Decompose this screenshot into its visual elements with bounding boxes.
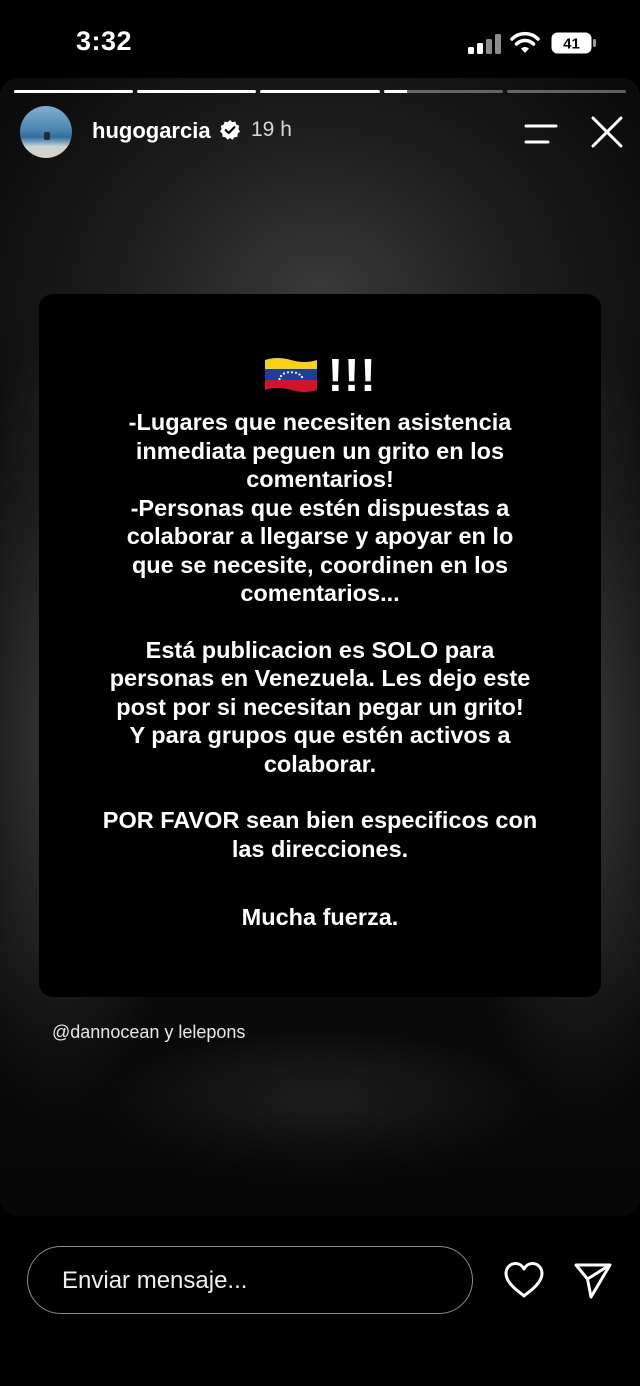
venezuela-flag-icon <box>265 358 318 392</box>
paragraph-addresses: POR FAVOR sean bien especificos con las … <box>102 807 538 862</box>
heart-icon[interactable] <box>503 1260 545 1300</box>
story-mentions[interactable]: @dannocean y lelepons <box>52 1022 245 1043</box>
story-text-body: -Lugares que necesiten asistencia inmedi… <box>69 408 571 932</box>
avatar[interactable] <box>20 106 72 158</box>
story-progress-bar <box>14 90 627 94</box>
menu-icon[interactable] <box>523 122 559 146</box>
story-header: hugogarcia 19 h <box>0 104 640 164</box>
exclamation-marks: !!! <box>327 349 377 401</box>
paragraph-assistance: -Lugares que necesiten asistencia inmedi… <box>126 409 514 606</box>
flag-row: !!! <box>39 348 601 401</box>
progress-segment <box>383 90 503 93</box>
story-timestamp: 19 h <box>251 118 292 141</box>
close-icon[interactable] <box>589 114 625 150</box>
username[interactable]: hugogarcia <box>92 118 211 144</box>
battery-icon: 41 <box>551 32 596 54</box>
battery-level: 41 <box>563 36 580 53</box>
progress-segment <box>506 90 627 93</box>
wifi-icon <box>510 31 540 53</box>
message-input[interactable]: Enviar mensaje... <box>27 1246 473 1314</box>
message-placeholder: Enviar mensaje... <box>62 1267 248 1294</box>
verified-badge-icon <box>220 120 240 140</box>
status-bar: 3:32 41 <box>0 0 640 84</box>
progress-segment <box>137 90 257 93</box>
story-text-card: !!! -Lugares que necesiten asistencia in… <box>39 294 601 997</box>
progress-segment <box>14 90 134 93</box>
status-time: 3:32 <box>76 26 133 56</box>
send-icon[interactable] <box>572 1259 614 1301</box>
paragraph-strength: Mucha fuerza. <box>241 904 399 930</box>
story-viewer[interactable]: hugogarcia 19 h !!! -Lugares que necesit… <box>0 78 640 1216</box>
progress-segment <box>260 90 380 93</box>
paragraph-venezuela: Está publicacion es SOLO para personas e… <box>109 636 531 777</box>
cellular-signal-icon <box>468 34 501 54</box>
